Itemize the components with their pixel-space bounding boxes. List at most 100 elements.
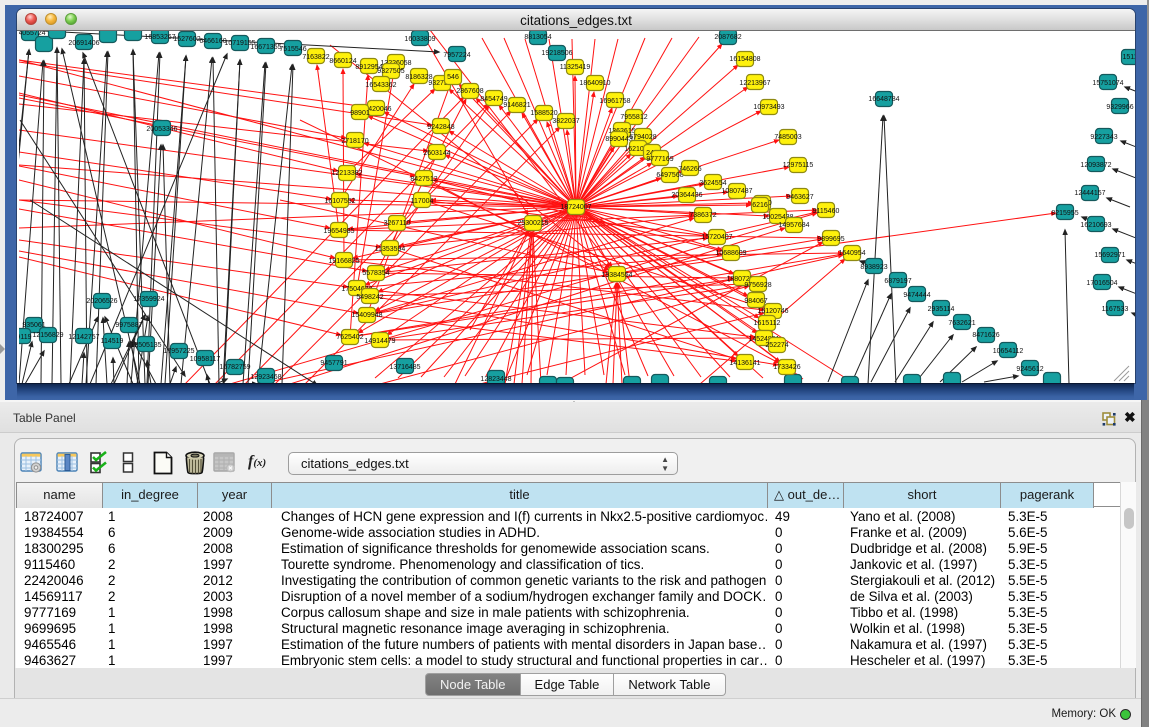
svg-text:1527602: 1527602: [173, 36, 200, 43]
svg-text:14136141: 14136141: [729, 360, 760, 367]
svg-text:10688609: 10688609: [715, 250, 746, 257]
svg-text:12975115: 12975115: [783, 162, 814, 169]
svg-text:12823448: 12823448: [480, 376, 511, 383]
svg-text:39119: 39119: [19, 334, 32, 341]
svg-text:8938923: 8938923: [860, 264, 887, 271]
svg-text:7957224: 7957224: [443, 52, 470, 59]
svg-text:9327505: 9327505: [377, 68, 404, 75]
svg-text:9899695: 9899695: [817, 236, 844, 243]
svg-text:9146821: 9146821: [503, 102, 530, 109]
svg-text:19384554: 19384554: [601, 272, 632, 279]
svg-text:6466160: 6466160: [199, 38, 226, 45]
svg-text:6879197: 6879197: [884, 278, 911, 285]
svg-text:8660124: 8660124: [329, 58, 356, 65]
svg-text:14914479: 14914479: [364, 338, 395, 345]
svg-text:16648784: 16648784: [868, 96, 899, 103]
svg-text:15409948: 15409948: [351, 312, 382, 319]
svg-text:15720407: 15720407: [701, 234, 732, 241]
svg-text:6497568: 6497568: [656, 172, 683, 179]
svg-text:12093872: 12093872: [1080, 162, 1111, 169]
svg-text:12444157: 12444157: [1074, 190, 1105, 197]
svg-text:9463627: 9463627: [786, 194, 813, 201]
svg-text:1511: 1511: [1122, 54, 1135, 61]
svg-text:18640910: 18640910: [579, 80, 610, 87]
svg-text:25300215: 25300215: [517, 220, 548, 227]
svg-text:12213967: 12213967: [739, 80, 770, 87]
svg-text:2603144: 2603144: [423, 150, 450, 157]
svg-text:9756928: 9756928: [744, 282, 771, 289]
svg-text:1640954: 1640954: [838, 250, 865, 257]
svg-text:10973493: 10973493: [753, 104, 784, 111]
svg-text:16210693: 16210693: [1080, 222, 1111, 229]
svg-text:7632621: 7632621: [948, 320, 975, 327]
svg-text:10807487: 10807487: [721, 188, 752, 195]
svg-text:7163822: 7163822: [302, 54, 329, 61]
svg-text:16961758: 16961758: [599, 98, 630, 105]
svg-text:8215955: 8215955: [1051, 210, 1078, 217]
svg-text:19654985: 19654985: [323, 228, 354, 235]
svg-text:2718170: 2718170: [341, 138, 368, 145]
svg-text:16853267: 16853267: [144, 34, 175, 41]
svg-text:1733426: 1733426: [773, 364, 800, 371]
svg-text:12156829: 12156829: [32, 332, 63, 339]
svg-text:20364436: 20364436: [671, 192, 702, 199]
svg-text:16154808: 16154808: [729, 56, 760, 63]
svg-text:3624554: 3624554: [699, 180, 726, 187]
svg-text:5578354: 5578354: [362, 270, 389, 277]
svg-text:13716485: 13716485: [389, 364, 420, 371]
svg-text:16782759: 16782759: [219, 364, 250, 371]
svg-text:15751074: 15751074: [1092, 80, 1123, 87]
svg-text:546: 546: [447, 74, 459, 81]
svg-text:16543362: 16543362: [365, 82, 396, 89]
svg-text:6216: 6216: [752, 202, 768, 209]
svg-text:1588520: 1588520: [530, 110, 557, 117]
svg-text:5498242: 5498242: [356, 294, 383, 301]
svg-text:9457791: 9457791: [320, 360, 347, 367]
svg-text:9227343: 9227343: [1090, 134, 1117, 141]
svg-text:746266: 746266: [678, 166, 701, 173]
svg-text:16671355: 16671355: [250, 44, 281, 51]
svg-text:1615112: 1615112: [754, 320, 781, 327]
svg-text:1167533: 1167533: [1102, 306, 1129, 313]
svg-text:98901: 98901: [350, 110, 370, 117]
svg-text:8471626: 8471626: [972, 332, 999, 339]
svg-text:16107552: 16107552: [324, 198, 355, 205]
svg-text:15692971: 15692971: [1094, 252, 1125, 259]
svg-text:18724007: 18724007: [560, 204, 591, 211]
svg-text:9474444: 9474444: [903, 292, 930, 299]
svg-text:19218506: 19218506: [541, 50, 572, 57]
svg-text:12923468: 12923468: [250, 374, 281, 381]
svg-text:20053346: 20053346: [146, 126, 177, 133]
svg-text:9115460: 9115460: [813, 208, 840, 215]
svg-text:7625402: 7625402: [336, 334, 363, 341]
svg-text:14957684: 14957684: [778, 222, 809, 229]
svg-text:20691406: 20691406: [68, 40, 99, 47]
svg-text:11353594: 11353594: [375, 246, 406, 253]
svg-text:7386372: 7386372: [689, 212, 716, 219]
svg-text:7485003: 7485003: [774, 134, 801, 141]
svg-text:3822037: 3822037: [552, 118, 579, 125]
svg-text:10958117: 10958117: [190, 356, 221, 363]
svg-text:117004: 117004: [411, 198, 434, 205]
svg-text:9242848: 9242848: [427, 124, 454, 131]
svg-text:12213382: 12213382: [331, 170, 362, 177]
svg-text:8813054: 8813054: [524, 34, 551, 41]
svg-text:9245612: 9245612: [1016, 366, 1043, 373]
svg-text:10654112: 10654112: [993, 348, 1024, 355]
svg-text:252274: 252274: [765, 342, 788, 349]
svg-text:2935114: 2935114: [928, 306, 955, 313]
svg-text:16120746: 16120746: [757, 308, 788, 315]
svg-text:2087682: 2087682: [714, 34, 741, 41]
svg-text:9975887: 9975887: [115, 322, 142, 329]
svg-text:8427512: 8427512: [410, 176, 437, 183]
svg-text:12505135: 12505135: [130, 342, 161, 349]
svg-text:9777169: 9777169: [646, 156, 673, 163]
svg-text:984067: 984067: [744, 298, 767, 305]
svg-text:12142757: 12142757: [68, 334, 99, 341]
svg-text:19166825: 19166825: [328, 258, 359, 265]
svg-text:11325419: 11325419: [560, 64, 591, 71]
svg-text:114519: 114519: [101, 338, 124, 345]
svg-text:20206526: 20206526: [86, 298, 117, 305]
svg-text:7955812: 7955812: [620, 114, 647, 121]
svg-text:7515546: 7515546: [279, 46, 306, 53]
